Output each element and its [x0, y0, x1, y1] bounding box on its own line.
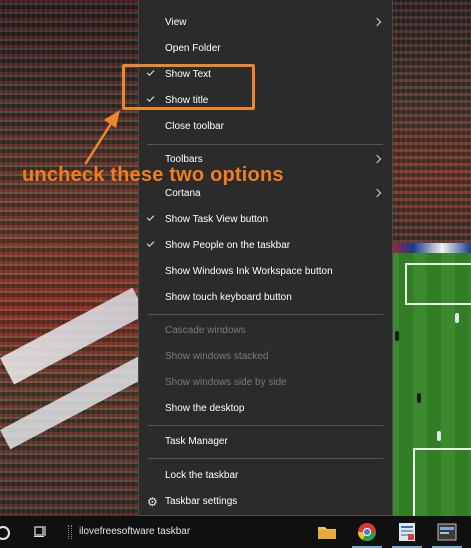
task-view-icon[interactable] — [34, 525, 46, 537]
chrome-icon[interactable] — [352, 521, 382, 548]
custom-toolbar-label[interactable]: ilovefreesoftware taskbar — [79, 524, 190, 540]
windows-taskbar: ilovefreesoftware taskbar — [0, 516, 471, 548]
document-app-icon[interactable] — [392, 521, 422, 548]
toolbar-grip[interactable] — [68, 525, 72, 539]
annotation-text: uncheck these two options — [22, 164, 284, 186]
cortana-search-icon[interactable] — [0, 526, 10, 540]
generic-app-icon[interactable] — [432, 521, 462, 548]
annotation-arrow-icon — [84, 110, 120, 165]
folder-icon[interactable] — [316, 521, 338, 543]
